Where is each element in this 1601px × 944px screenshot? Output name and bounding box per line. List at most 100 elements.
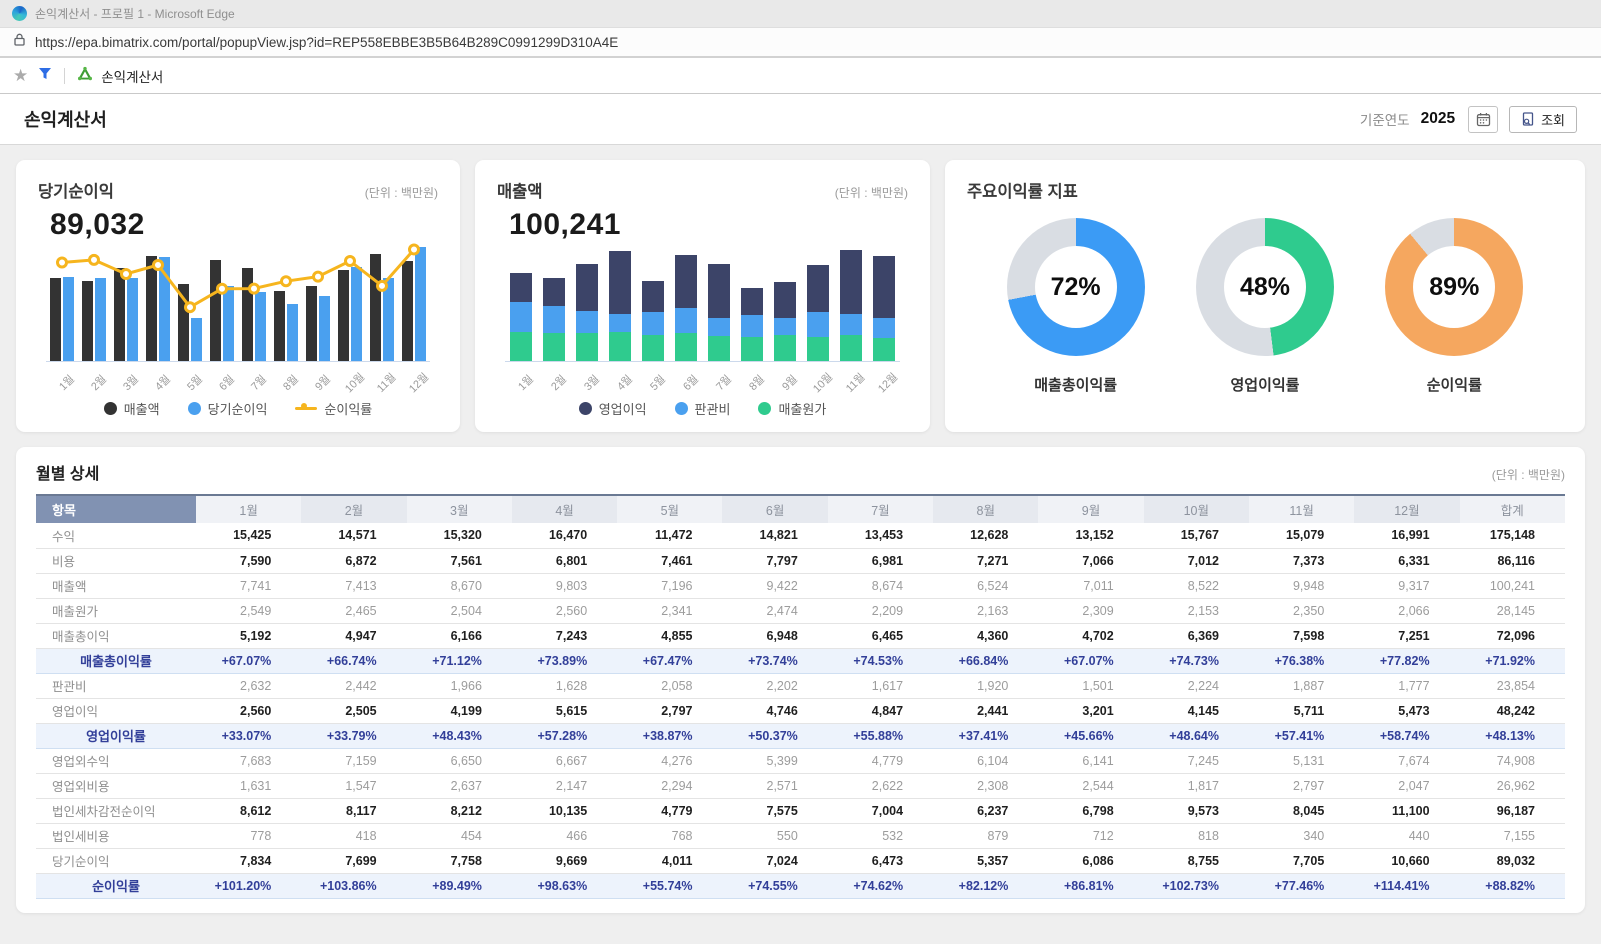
bar-group bbox=[571, 264, 604, 361]
cell-value: 6,650 bbox=[407, 748, 512, 773]
cell-value: 6,141 bbox=[1038, 748, 1143, 773]
cell-value: +74.73% bbox=[1144, 648, 1249, 673]
cell-value: +57.28% bbox=[512, 723, 617, 748]
legend-item[interactable]: 매출원가 bbox=[758, 399, 826, 418]
segment-영업이익 bbox=[840, 250, 862, 314]
base-year-value[interactable]: 2025 bbox=[1421, 110, 1455, 128]
cell-value: 4,702 bbox=[1038, 623, 1143, 648]
bar-group bbox=[703, 264, 736, 361]
cell-value: 72,096 bbox=[1460, 623, 1565, 648]
segment-영업이익 bbox=[675, 255, 697, 308]
cell-value: 2,560 bbox=[196, 698, 301, 723]
cell-value: 7,575 bbox=[722, 798, 827, 823]
report-search-icon bbox=[1521, 112, 1535, 126]
cell-value: 2,505 bbox=[301, 698, 406, 723]
cell-value: +102.73% bbox=[1144, 873, 1249, 898]
cell-value: 768 bbox=[617, 823, 722, 848]
cell-value: 466 bbox=[512, 823, 617, 848]
cell-value: 2,441 bbox=[933, 698, 1038, 723]
url-bar[interactable]: https://epa.bimatrix.com/portal/popupVie… bbox=[0, 28, 1601, 58]
bar-group bbox=[670, 255, 703, 361]
cell-value: 340 bbox=[1249, 823, 1354, 848]
cell-value: 5,192 bbox=[196, 623, 301, 648]
stacked-bar bbox=[510, 273, 532, 361]
legend-label: 순이익률 bbox=[324, 399, 372, 418]
cell-value: 7,066 bbox=[1038, 548, 1143, 573]
legend-label: 당기순이익 bbox=[208, 399, 268, 418]
cell-value: 6,166 bbox=[407, 623, 512, 648]
cell-value: 879 bbox=[933, 823, 1038, 848]
legend-item[interactable]: 영업이익 bbox=[579, 399, 647, 418]
cell-value: 2,474 bbox=[722, 598, 827, 623]
x-axis-label: 2월 bbox=[538, 365, 571, 397]
bar-group bbox=[867, 256, 900, 361]
segment-판관비 bbox=[741, 315, 763, 337]
cell-value: 7,245 bbox=[1144, 748, 1249, 773]
segment-영업이익 bbox=[741, 288, 763, 315]
segment-영업이익 bbox=[642, 281, 664, 312]
stacked-bar bbox=[576, 264, 598, 361]
x-axis-label: 12월 bbox=[398, 365, 430, 397]
legend-dot bbox=[758, 402, 771, 415]
cell-value: 7,598 bbox=[1249, 623, 1354, 648]
cell-value: 2,163 bbox=[933, 598, 1038, 623]
x-axis-label: 12월 bbox=[867, 365, 900, 397]
net-income-card: 당기순이익 (단위 : 백만원) 89,032 1월2월3월4월5월6월7월8월… bbox=[16, 160, 460, 432]
segment-매출원가 bbox=[840, 335, 862, 361]
legend-item[interactable]: 당기순이익 bbox=[188, 399, 268, 418]
column-header: 5월 bbox=[617, 495, 722, 523]
favorite-star-icon[interactable]: ★ bbox=[13, 67, 28, 84]
legend-item[interactable]: 매출액 bbox=[104, 399, 160, 418]
segment-판관비 bbox=[609, 314, 631, 332]
revenue-chart bbox=[505, 244, 900, 362]
cell-value: 14,821 bbox=[722, 523, 827, 548]
base-year-label: 기준연도 bbox=[1360, 109, 1410, 129]
segment-매출원가 bbox=[675, 333, 697, 361]
legend-item[interactable]: 판관비 bbox=[675, 399, 731, 418]
cell-value: 4,145 bbox=[1144, 698, 1249, 723]
cell-value: 7,011 bbox=[1038, 573, 1143, 598]
cell-value: 8,674 bbox=[828, 573, 933, 598]
calendar-button[interactable] bbox=[1468, 106, 1498, 133]
cell-value: 2,571 bbox=[722, 773, 827, 798]
cell-value: 7,196 bbox=[617, 573, 722, 598]
bar-group bbox=[538, 278, 571, 361]
segment-영업이익 bbox=[543, 278, 565, 306]
legend-item[interactable]: 순이익률 bbox=[295, 399, 372, 418]
cell-value: +86.81% bbox=[1038, 873, 1143, 898]
cell-value: 7,705 bbox=[1249, 848, 1354, 873]
bookmark-item[interactable]: 손익계산서 bbox=[77, 66, 163, 86]
segment-판관비 bbox=[576, 311, 598, 333]
cell-value: 2,632 bbox=[196, 673, 301, 698]
column-header: 11월 bbox=[1249, 495, 1354, 523]
search-button[interactable]: 조회 bbox=[1509, 106, 1577, 133]
bar-group bbox=[801, 265, 834, 361]
segment-판관비 bbox=[840, 314, 862, 335]
x-axis-label: 10월 bbox=[334, 365, 366, 397]
row-label: 법인세비용 bbox=[36, 823, 196, 848]
cell-value: 818 bbox=[1144, 823, 1249, 848]
cell-value: 5,615 bbox=[512, 698, 617, 723]
table-row: 매출액7,7417,4138,6709,8037,1969,4228,6746,… bbox=[36, 573, 1565, 598]
cell-value: 5,131 bbox=[1249, 748, 1354, 773]
table-row: 순이익률+101.20%+103.86%+89.49%+98.63%+55.74… bbox=[36, 873, 1565, 898]
segment-매출원가 bbox=[873, 338, 895, 361]
cell-value: 7,699 bbox=[301, 848, 406, 873]
cell-value: 5,399 bbox=[722, 748, 827, 773]
cell-value: 6,524 bbox=[933, 573, 1038, 598]
segment-판관비 bbox=[807, 312, 829, 337]
search-button-label: 조회 bbox=[1541, 110, 1565, 129]
cell-value: 7,413 bbox=[301, 573, 406, 598]
donut-value: 89% bbox=[1413, 246, 1495, 328]
cell-value: 9,803 bbox=[512, 573, 617, 598]
segment-영업이익 bbox=[873, 256, 895, 318]
x-axis-label: 10월 bbox=[801, 365, 834, 397]
column-header: 8월 bbox=[933, 495, 1038, 523]
cell-value: 2,294 bbox=[617, 773, 722, 798]
segment-영업이익 bbox=[510, 273, 532, 302]
filter-funnel-icon[interactable] bbox=[38, 67, 52, 85]
cell-value: 5,711 bbox=[1249, 698, 1354, 723]
cell-value: 418 bbox=[301, 823, 406, 848]
cell-value: 7,797 bbox=[722, 548, 827, 573]
cell-value: 7,271 bbox=[933, 548, 1038, 573]
